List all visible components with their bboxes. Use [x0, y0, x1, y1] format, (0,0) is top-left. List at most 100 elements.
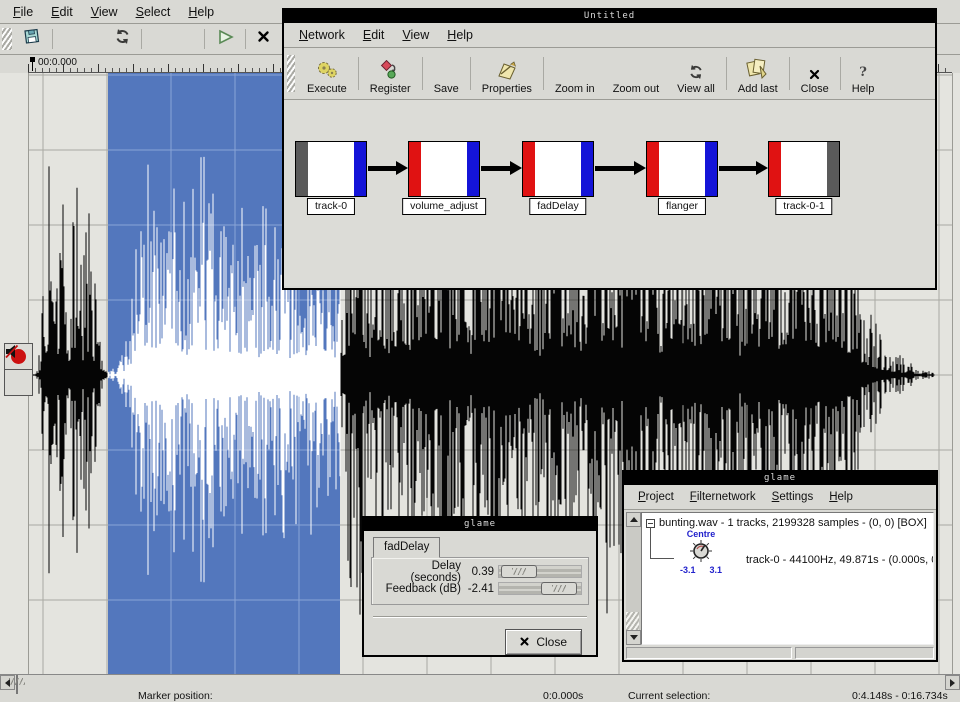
view-all-button[interactable]: View all	[668, 51, 724, 96]
output-port[interactable]	[581, 142, 593, 196]
execute-button[interactable]: Execute	[298, 51, 356, 96]
connection-wire[interactable]	[719, 166, 756, 171]
filter-node-faddelay[interactable]	[522, 141, 594, 197]
output-port[interactable]	[467, 142, 479, 196]
gain-knob-control[interactable]: Centre -3.1 3.1	[678, 529, 724, 575]
project-titlebar[interactable]: glame	[624, 472, 936, 485]
menu-filternetwork[interactable]: Filternetwork	[682, 489, 764, 505]
menu-network[interactable]: Network	[290, 25, 354, 45]
arrow-down-icon	[630, 635, 638, 640]
ruler-marker[interactable]	[30, 57, 35, 62]
input-port[interactable]	[296, 142, 308, 196]
toolbar-grip[interactable]	[287, 55, 295, 92]
glame-application: File Edit View Select Help	[0, 0, 960, 702]
dialog-titlebar[interactable]: glame	[364, 518, 596, 531]
tree-item-bunting[interactable]: bunting.wav - 1 tracks, 2199328 samples …	[646, 517, 927, 529]
scroll-down-button[interactable]	[626, 630, 641, 645]
save-button[interactable]	[18, 27, 44, 51]
marker-position-label: Marker position:	[138, 690, 213, 702]
play-button[interactable]	[213, 27, 239, 51]
input-port[interactable]	[647, 142, 659, 196]
output-port[interactable]	[827, 142, 839, 196]
toolbar-separator	[245, 29, 246, 49]
network-titlebar[interactable]: Untitled	[284, 10, 935, 23]
zoom-in-button[interactable]: Zoom in	[546, 51, 604, 96]
filter-node-flanger[interactable]	[646, 141, 718, 197]
network-toolbar: Execute Register Save Properties	[284, 48, 935, 100]
stop-button[interactable]	[250, 27, 276, 51]
menu-select[interactable]: Select	[127, 2, 180, 22]
toolbar-grip[interactable]	[2, 28, 12, 50]
toolbar-separator	[543, 57, 544, 90]
menu-view[interactable]: View	[82, 2, 127, 22]
tab-faddelay[interactable]: fadDelay	[373, 537, 440, 558]
slider-handle[interactable]	[501, 565, 537, 578]
knob-icon[interactable]	[689, 539, 713, 563]
filter-node-track-0[interactable]	[295, 141, 367, 197]
filter-node-volume-adjust[interactable]	[408, 141, 480, 197]
current-selection-label: Current selection:	[628, 690, 710, 702]
register-button[interactable]: Register	[361, 51, 420, 96]
knob-max-value: 3.1	[709, 565, 722, 575]
save-button[interactable]: Save	[425, 51, 468, 96]
knob-label: Centre	[678, 529, 724, 539]
tree-item-track-0[interactable]: track-0 - 44100Hz, 49.871s - (0.000s, 0)	[746, 554, 934, 566]
output-port[interactable]	[705, 142, 717, 196]
menu-edit[interactable]: Edit	[354, 25, 394, 45]
zoom-out-button[interactable]: Zoom out	[604, 51, 668, 96]
toolbar-separator	[141, 29, 142, 49]
node-label: track-0	[307, 198, 355, 215]
mute-button[interactable]	[4, 369, 33, 396]
connection-wire[interactable]	[368, 166, 396, 171]
scrollbar-trough[interactable]	[15, 675, 945, 690]
pencil-paper-icon	[495, 58, 519, 80]
project-tree: bunting.wav - 1 tracks, 2199328 samples …	[641, 512, 934, 645]
refresh-icon	[114, 28, 131, 50]
statusbar: Marker position: 0:0.000s Current select…	[0, 690, 960, 702]
slider-handle[interactable]	[541, 582, 577, 595]
close-x-icon	[257, 30, 270, 48]
faddelay-properties-dialog: glame fadDelay Delay (seconds) 0.39 Feed…	[362, 516, 598, 657]
menu-view[interactable]: View	[393, 25, 438, 45]
connection-wire[interactable]	[595, 166, 634, 171]
toolbar-separator	[358, 57, 359, 90]
arrow-up-icon	[630, 517, 638, 522]
close-button[interactable]: Close	[792, 51, 838, 96]
feedback-value: -2.41	[466, 583, 496, 595]
scroll-right-button[interactable]	[945, 675, 960, 690]
menu-project[interactable]: Project	[630, 489, 682, 505]
close-button[interactable]: Close	[505, 629, 582, 655]
tree-item-label: track-0 - 44100Hz, 49.871s - (0.000s, 0)	[746, 554, 934, 566]
menu-help[interactable]: Help	[179, 2, 223, 22]
menu-settings[interactable]: Settings	[764, 489, 822, 505]
status-segment	[626, 647, 792, 659]
toolbar-separator	[52, 29, 53, 49]
connection-arrowhead	[396, 161, 408, 175]
filter-node-track-0-1[interactable]	[768, 141, 840, 197]
track-controls	[4, 343, 33, 396]
network-canvas[interactable]: track-0 volume_adjust fadDelay flanger t…	[284, 100, 935, 286]
scroll-up-button[interactable]	[626, 512, 641, 527]
connection-wire[interactable]	[481, 166, 510, 171]
input-port[interactable]	[523, 142, 535, 196]
add-last-button[interactable]: Add last	[729, 51, 787, 96]
scrollbar-trough[interactable]	[626, 527, 641, 630]
ruler-position-label: 00:0.000	[38, 57, 77, 68]
input-port[interactable]	[409, 142, 421, 196]
vertical-scrollbar[interactable]	[626, 512, 641, 645]
menu-file[interactable]: File	[4, 2, 42, 22]
input-port[interactable]	[769, 142, 781, 196]
menu-help[interactable]: Help	[821, 489, 861, 505]
feedback-slider[interactable]	[498, 582, 582, 595]
horizontal-scrollbar[interactable]	[0, 674, 960, 690]
menu-help[interactable]: Help	[438, 25, 482, 45]
delay-label: Delay (seconds)	[378, 560, 466, 584]
delay-slider[interactable]	[498, 565, 582, 578]
menu-edit[interactable]: Edit	[42, 2, 82, 22]
refresh-button[interactable]	[109, 27, 135, 51]
separator	[373, 616, 587, 618]
properties-button[interactable]: Properties	[473, 51, 541, 96]
connection-arrowhead	[756, 161, 768, 175]
help-button[interactable]: ? Help	[843, 51, 884, 96]
output-port[interactable]	[354, 142, 366, 196]
